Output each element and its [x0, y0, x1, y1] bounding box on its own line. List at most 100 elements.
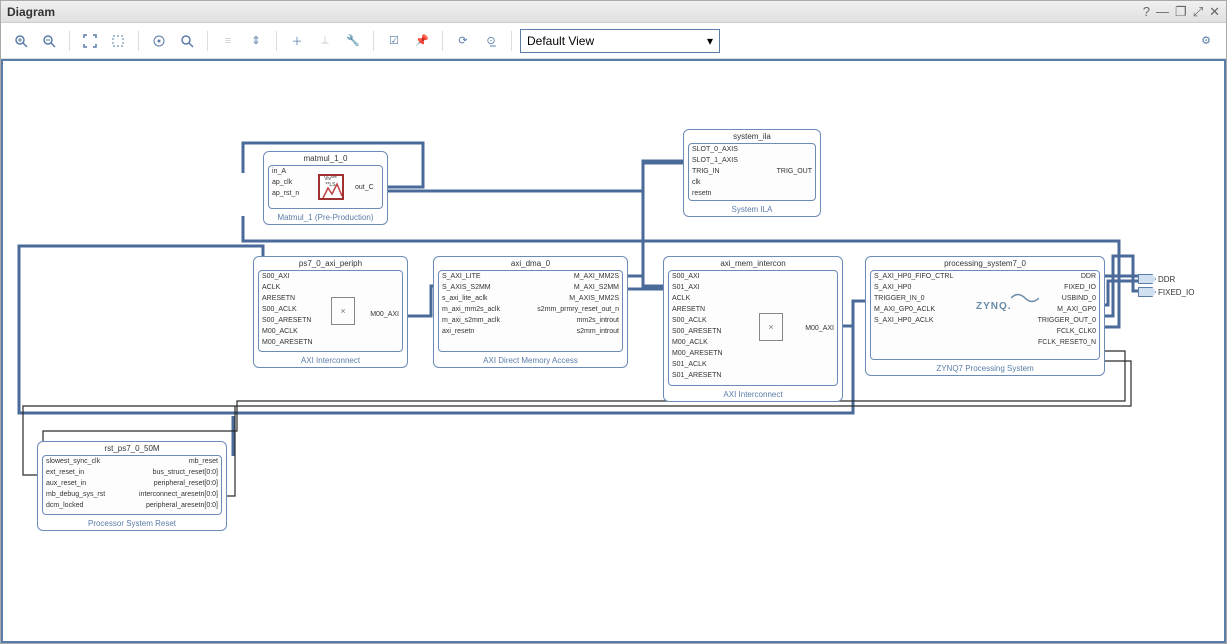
port[interactable]: peripheral_aresetn[0:0] [136, 500, 221, 511]
port-out-c[interactable]: out_C [352, 182, 377, 193]
port[interactable]: S_AXI_HP0_FIFO_CTRL [871, 271, 956, 282]
collapse-icon[interactable]: ≡ [216, 29, 240, 53]
port[interactable]: S_AXI_HP0 [871, 282, 956, 293]
block-matmul[interactable]: matmul_1_0 in_A ap_clk ap_rst_n Viv*** *… [263, 151, 388, 225]
port[interactable]: FIXED_IO [1035, 282, 1099, 293]
close-icon[interactable]: ✕ [1209, 4, 1220, 20]
block-processing-system[interactable]: processing_system7_0 S_AXI_HP0_FIFO_CTRL… [865, 256, 1105, 376]
port[interactable]: SLOT_1_AXIS [689, 155, 741, 166]
external-port-ddr[interactable]: DDR [1138, 274, 1175, 284]
wave-icon [1011, 291, 1039, 305]
port[interactable]: bus_struct_reset[0:0] [136, 467, 221, 478]
port[interactable]: slowest_sync_clk [43, 456, 108, 467]
interconnect-icon: ⨯ [331, 297, 355, 325]
port[interactable]: mb_debug_sys_rst [43, 489, 108, 500]
zoom-area-icon[interactable] [106, 29, 130, 53]
window-controls: ? — ❐ ⤢ ✕ [1143, 4, 1220, 20]
port[interactable]: M00_ARESETN [259, 337, 316, 348]
port[interactable]: S00_AXI [259, 271, 316, 282]
port[interactable]: mb_reset [136, 456, 221, 467]
connect-icon[interactable]: ⟂ [313, 29, 337, 53]
search-icon[interactable] [175, 29, 199, 53]
help-icon[interactable]: ? [1143, 4, 1150, 20]
port[interactable]: resetn [689, 188, 741, 199]
zoom-fit-icon[interactable] [78, 29, 102, 53]
port[interactable]: M00_ACLK [259, 326, 316, 337]
port[interactable]: ARESETN [669, 304, 726, 315]
port[interactable]: aux_reset_in [43, 478, 108, 489]
port[interactable]: s2mm_introut [534, 326, 622, 337]
port[interactable]: m_axi_mm2s_aclk [439, 304, 503, 315]
optimize-icon[interactable]: ⊙̲ [479, 29, 503, 53]
port[interactable]: TRIGGER_IN_0 [871, 293, 956, 304]
port[interactable]: S_AXI_LITE [439, 271, 503, 282]
port[interactable]: M_AXIS_MM2S [534, 293, 622, 304]
port[interactable]: S01_AXI [669, 282, 726, 293]
minimize-icon[interactable]: — [1156, 4, 1169, 20]
validate-icon[interactable]: ☑ [382, 29, 406, 53]
port[interactable]: axi_resetn [439, 326, 503, 337]
port[interactable]: S00_AXI [669, 271, 726, 282]
port[interactable]: S01_ACLK [669, 359, 726, 370]
port[interactable]: SLOT_0_AXIS [689, 144, 741, 155]
add-icon[interactable]: ＋ [285, 29, 309, 53]
port[interactable]: ACLK [669, 293, 726, 304]
port[interactable]: FCLK_RESET0_N [1035, 337, 1099, 348]
port[interactable]: TRIG_IN [689, 166, 741, 177]
port[interactable]: M00_ARESETN [669, 348, 726, 359]
auto-fit-icon[interactable] [147, 29, 171, 53]
maximize-icon[interactable]: ⤢ [1193, 4, 1203, 20]
port[interactable]: M_AXI_S2MM [534, 282, 622, 293]
port[interactable]: ARESETN [259, 293, 316, 304]
port-in-a[interactable]: in_A [269, 166, 309, 177]
port[interactable]: clk [689, 177, 741, 188]
block-axi-mem-intercon[interactable]: axi_mem_intercon S00_AXI S01_AXI ACLK AR… [663, 256, 843, 402]
block-design-canvas[interactable]: matmul_1_0 in_A ap_clk ap_rst_n Viv*** *… [1, 59, 1226, 643]
port[interactable]: M_AXI_GP0_ACLK [871, 304, 956, 315]
port[interactable]: USBIND_0 [1035, 293, 1099, 304]
port[interactable]: s_axi_lite_aclk [439, 293, 503, 304]
block-subtitle: ZYNQ7 Processing System [866, 362, 1104, 375]
port[interactable]: M00_AXI [802, 323, 837, 334]
port[interactable]: M_AXI_MM2S [534, 271, 622, 282]
pin-icon[interactable]: 📌 [410, 29, 434, 53]
port[interactable]: S00_ACLK [669, 315, 726, 326]
port[interactable]: S_AXI_HP0_ACLK [871, 315, 956, 326]
port[interactable]: M00_AXI [367, 309, 402, 320]
port[interactable]: mm2s_introut [534, 315, 622, 326]
port[interactable]: ACLK [259, 282, 316, 293]
port[interactable]: interconnect_aresetn[0:0] [136, 489, 221, 500]
port[interactable]: m_axi_s2mm_aclk [439, 315, 503, 326]
block-axi-dma[interactable]: axi_dma_0 S_AXI_LITE S_AXIS_S2MM s_axi_l… [433, 256, 628, 368]
zoom-in-icon[interactable] [9, 29, 33, 53]
port[interactable]: DDR [1035, 271, 1099, 282]
port[interactable]: dcm_locked [43, 500, 108, 511]
port[interactable]: FCLK_CLK0 [1035, 326, 1099, 337]
port[interactable]: s2mm_prmry_reset_out_n [534, 304, 622, 315]
block-system-ila[interactable]: system_ila SLOT_0_AXIS SLOT_1_AXIS TRIG_… [683, 129, 821, 217]
port[interactable]: TRIGGER_OUT_0 [1035, 315, 1099, 326]
expand-icon[interactable]: ⇕ [244, 29, 268, 53]
port-ap-clk[interactable]: ap_clk [269, 177, 309, 188]
settings-icon[interactable]: ⚙ [1194, 29, 1218, 53]
port[interactable]: M_AXI_GP0 [1035, 304, 1099, 315]
restore-icon[interactable]: ❐ [1175, 4, 1187, 20]
port[interactable]: S00_ARESETN [259, 315, 316, 326]
block-subtitle: AXI Direct Memory Access [434, 354, 627, 367]
wrench-icon[interactable]: 🔧 [341, 29, 365, 53]
port[interactable]: S_AXIS_S2MM [439, 282, 503, 293]
regenerate-icon[interactable]: ⟳ [451, 29, 475, 53]
port[interactable]: S00_ACLK [259, 304, 316, 315]
port[interactable]: ext_reset_in [43, 467, 108, 478]
port[interactable]: peripheral_reset[0:0] [136, 478, 221, 489]
external-port-fixed-io[interactable]: FIXED_IO [1138, 287, 1194, 297]
port[interactable]: TRIG_OUT [774, 166, 815, 177]
block-axi-periph[interactable]: ps7_0_axi_periph S00_AXI ACLK ARESETN S0… [253, 256, 408, 368]
port[interactable]: M00_ACLK [669, 337, 726, 348]
zoom-out-icon[interactable] [37, 29, 61, 53]
port[interactable]: S01_ARESETN [669, 370, 726, 381]
port-ap-rst-n[interactable]: ap_rst_n [269, 188, 309, 199]
view-select[interactable]: Default View ▾ [520, 29, 720, 53]
port[interactable]: S00_ARESETN [669, 326, 726, 337]
block-proc-sys-reset[interactable]: rst_ps7_0_50M slowest_sync_clk ext_reset… [37, 441, 227, 531]
